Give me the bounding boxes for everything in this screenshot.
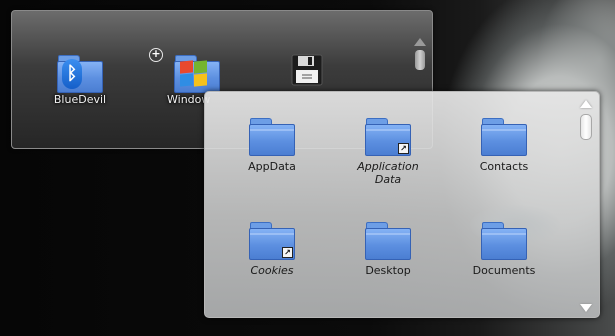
scroll-up-arrow-icon[interactable] [580, 100, 592, 108]
folder-icon [249, 118, 295, 156]
symlink-arrow-icon: ↗ [282, 247, 293, 258]
folder-item-application-data[interactable]: ↗ Application Data [342, 118, 434, 186]
scroll-down-arrow-icon[interactable] [580, 304, 592, 312]
scrollbar-thumb[interactable] [415, 50, 425, 70]
folder-item-contacts[interactable]: Contacts [458, 118, 550, 173]
scrollbar-thumb[interactable] [580, 114, 592, 140]
folder-label: BlueDevil [53, 93, 107, 106]
floppy-disk-icon [291, 54, 323, 86]
folder-label: Contacts [479, 160, 529, 173]
add-to-selection-icon[interactable]: + [149, 48, 163, 62]
folder-label: AppData [248, 160, 296, 173]
windows-folder-icon [174, 55, 220, 93]
folder-icon [481, 118, 527, 156]
scroll-up-arrow-icon[interactable] [414, 38, 426, 46]
symlink-arrow-icon: ↗ [398, 143, 409, 154]
bluetooth-folder-icon: ᛒ [57, 55, 103, 93]
folder-icon [365, 222, 411, 260]
vertical-scrollbar[interactable] [579, 100, 593, 312]
folder-item-cookies[interactable]: ↗ Cookies [226, 222, 318, 277]
bluetooth-icon: ᛒ [62, 59, 82, 89]
file-item-floppy[interactable] [290, 53, 330, 93]
folder-item-bluedevil[interactable]: ᛒ BlueDevil [50, 55, 110, 106]
folder-item-appdata[interactable]: AppData [226, 118, 318, 173]
folder-label: Application Data [357, 160, 419, 186]
folder-view-front[interactable]: AppData ↗ Application Data Contacts ↗ Co… [204, 91, 600, 318]
folder-icon: ↗ [249, 222, 295, 260]
windows-logo-icon [180, 60, 208, 87]
folder-item-desktop[interactable]: Desktop [342, 222, 434, 277]
folder-label: Cookies [250, 264, 294, 277]
folder-label: Documents [472, 264, 536, 277]
folder-icon: ↗ [365, 118, 411, 156]
folder-label: Desktop [365, 264, 411, 277]
folder-icon [481, 222, 527, 260]
folder-item-documents[interactable]: Documents [458, 222, 550, 277]
